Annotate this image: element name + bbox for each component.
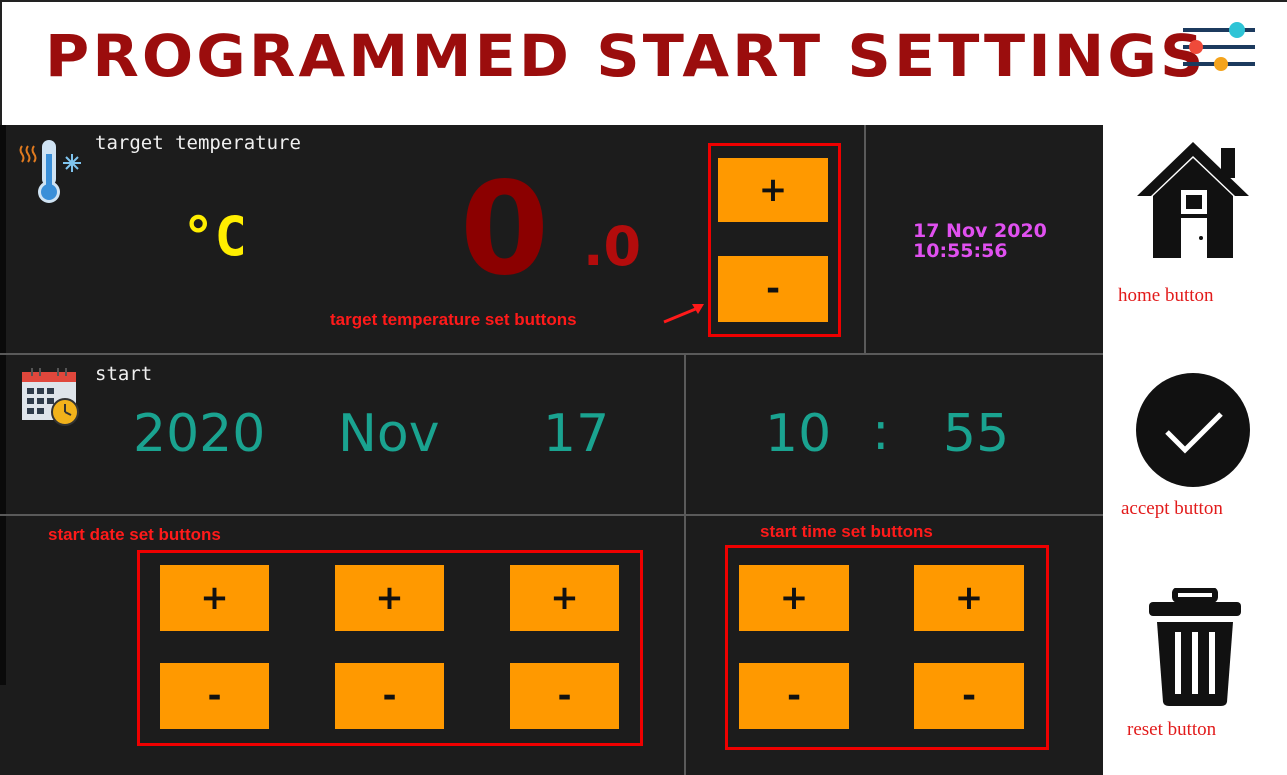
start-day: 17 [543,404,610,464]
temperature-unit: °C [182,205,248,268]
date-buttons-annotation: start date set buttons [48,525,221,544]
temperature-integer: 0 [460,155,550,304]
current-time: 10:55:56 [913,240,1008,262]
reset-button-caption: reset button [1127,719,1217,740]
year-minus-button[interactable]: - [160,663,269,729]
start-month: Nov [338,404,440,464]
divider-row2 [0,514,1103,516]
current-date: 17 Nov 2020 [913,220,1047,242]
sliders-icon[interactable] [1180,20,1258,76]
home-icon[interactable] [1133,138,1253,260]
day-plus-button[interactable]: + [510,565,619,631]
temperature-label: target temperature [95,132,301,154]
start-minute: 55 [943,404,1010,464]
left-edge [0,125,6,685]
start-label: start [95,363,153,385]
calendar-clock-icon [20,366,82,428]
temperature-decimal: .0 [583,215,642,278]
start-time-separator: : [872,402,890,462]
minute-plus-button[interactable]: + [914,565,1024,631]
temperature-minus-button[interactable]: - [718,256,828,322]
page-title: PROGRAMMED START SETTINGS [45,22,1207,90]
annotation-arrow-icon [660,300,708,328]
month-minus-button[interactable]: - [335,663,444,729]
accept-button-caption: accept button [1121,498,1223,519]
hour-plus-button[interactable]: + [739,565,849,631]
year-plus-button[interactable]: + [160,565,269,631]
time-buttons-annotation: start time set buttons [760,522,933,541]
start-hour: 10 [765,404,832,464]
thermometer-icon [18,136,86,206]
divider-row1 [0,353,1103,355]
month-plus-button[interactable]: + [335,565,444,631]
checkmark-circle-icon[interactable] [1135,372,1251,488]
day-minus-button[interactable]: - [510,663,619,729]
hour-minus-button[interactable]: - [739,663,849,729]
divider-temp-clock [864,125,866,353]
temperature-buttons-annotation: target temperature set buttons [330,310,577,329]
temperature-plus-button[interactable]: + [718,158,828,222]
start-year: 2020 [133,404,266,464]
trash-icon[interactable] [1145,587,1245,708]
divider-date-time [684,355,686,775]
minute-minus-button[interactable]: - [914,663,1024,729]
home-button-caption: home button [1118,285,1214,306]
